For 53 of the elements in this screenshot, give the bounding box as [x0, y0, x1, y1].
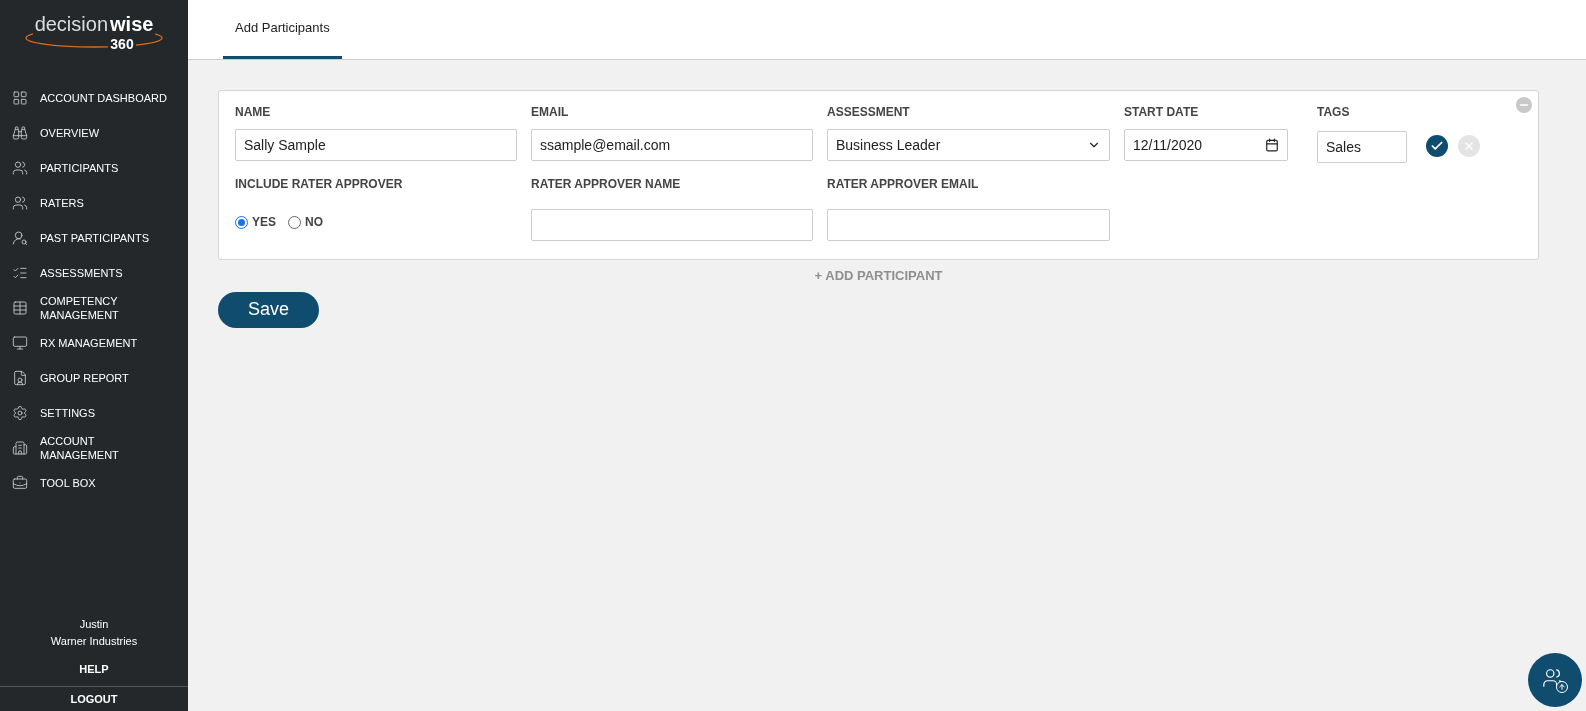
company-name: Warner Industries — [50, 633, 138, 649]
field-label: NAME — [235, 104, 272, 121]
settings-icon — [12, 404, 28, 421]
nav-item[interactable]: PAST PARTICIPANTS — [0, 220, 188, 255]
field-label: RATER APPROVER NAME — [531, 176, 682, 193]
email-field[interactable]: ssample@email.com — [531, 129, 813, 161]
nav-item[interactable]: PARTICIPANTS — [0, 150, 188, 185]
table-icon — [12, 299, 28, 316]
field-label: RATER APPROVER EMAIL — [827, 176, 980, 193]
tags-field[interactable]: Sales — [1317, 131, 1407, 163]
binoculars-icon — [12, 124, 28, 141]
monitor-icon — [12, 334, 28, 351]
people-icon — [12, 194, 28, 211]
field-label: EMAIL — [531, 104, 570, 121]
save-button[interactable]: Save — [218, 291, 319, 328]
nav-item[interactable]: GROUP REPORT — [0, 360, 188, 395]
people-upload-icon — [1542, 667, 1568, 693]
dashboard-icon — [12, 89, 28, 106]
nav-item[interactable]: ACCOUNT DASHBOARD — [0, 80, 188, 115]
radio-option[interactable]: NO — [288, 213, 323, 231]
confirm-button[interactable] — [1426, 135, 1448, 157]
logout-link[interactable]: LOGOUT — [70, 690, 118, 707]
check-icon — [1430, 139, 1444, 153]
logo-number: 360 — [108, 36, 136, 52]
date-field[interactable]: 12/11/2020 — [1124, 129, 1288, 161]
assessment-dropdown[interactable]: Business Leader — [827, 129, 1110, 161]
tab[interactable]: Add Participants — [223, 0, 342, 59]
nav-item[interactable]: RX MANAGEMENT — [0, 325, 188, 360]
toolbox-icon — [12, 474, 28, 491]
field-label: ASSESSMENT — [827, 104, 911, 121]
approver-name-field[interactable] — [531, 209, 813, 241]
nav-item[interactable]: ACCOUNT MANAGEMENT — [0, 430, 188, 465]
nav-item[interactable]: COMPETENCY MANAGEMENT — [0, 290, 188, 325]
nav-item[interactable]: ASSESSMENTS — [0, 255, 188, 290]
nav-item[interactable]: RATERS — [0, 185, 188, 220]
field-label: TAGS — [1317, 104, 1351, 121]
person-search-icon — [12, 229, 28, 246]
people-icon — [12, 159, 28, 176]
building-icon — [12, 439, 28, 456]
field-label: START DATE — [1124, 104, 1200, 121]
field-label: INCLUDE RATER APPROVER — [235, 176, 404, 193]
radio-option[interactable]: YES — [235, 213, 276, 231]
help-link[interactable]: HELP — [79, 661, 109, 678]
nav-item[interactable]: SETTINGS — [0, 395, 188, 430]
user-name: Justin — [79, 617, 109, 632]
name-field[interactable]: Sally Sample — [235, 129, 517, 161]
user-file-icon — [12, 369, 28, 386]
approver-email-field[interactable] — [827, 209, 1110, 241]
nav-item[interactable]: OVERVIEW — [0, 115, 188, 150]
close-icon — [1463, 140, 1475, 152]
nav-item[interactable]: TOOL BOX — [0, 465, 188, 500]
upload-people-button[interactable] — [1528, 653, 1582, 707]
calendar-icon — [1265, 138, 1279, 152]
